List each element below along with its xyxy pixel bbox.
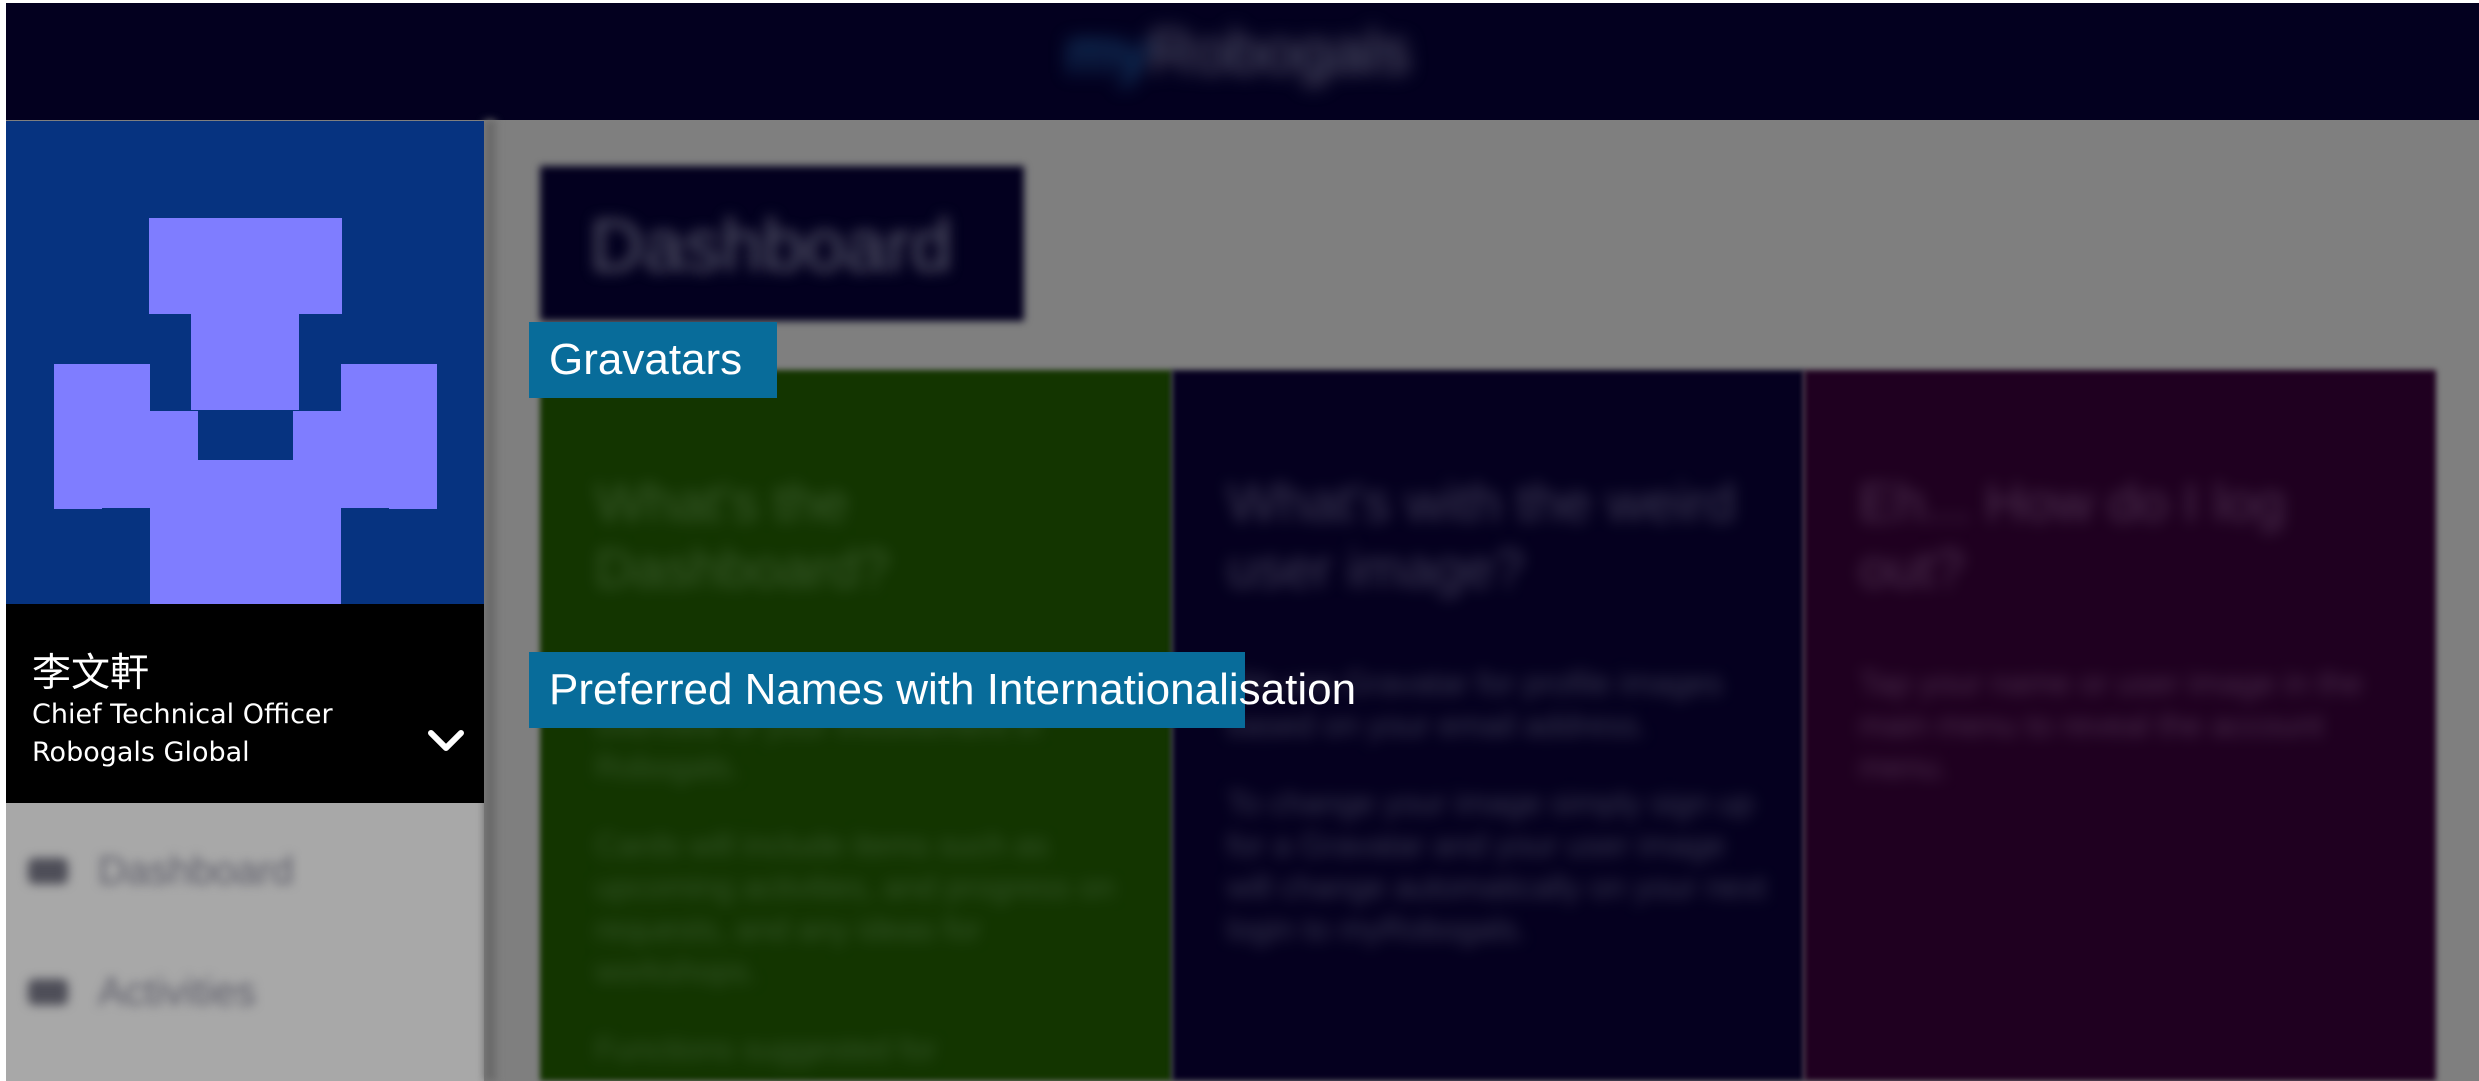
avatar[interactable]	[6, 121, 484, 604]
app-window: myRobogals Dashboard Activities Dashboar…	[6, 3, 2479, 1081]
user-name: 李文軒	[32, 651, 150, 696]
sidebar-item-label: Activities	[98, 969, 256, 1014]
card-paragraph: To change your image simply sign up for …	[1227, 785, 1766, 947]
gravatar-identicon	[54, 218, 437, 604]
card-content: What's the Dashboard? The dashboard is w…	[595, 470, 1135, 1081]
page-title: Dashboard	[590, 204, 953, 287]
card-paragraph: Tap your name or user image in the main …	[1859, 665, 2363, 785]
top-bar: myRobogals	[6, 3, 2479, 120]
card-user-image-info: What's with the weird user image? We use…	[1172, 370, 1804, 1081]
sidebar-item-label: Dashboard	[98, 848, 294, 893]
tooltip-gravatars: Gravatars	[529, 322, 777, 398]
card-paragraph: Cards will include items such as upcomin…	[595, 827, 1115, 989]
activities-icon	[28, 979, 68, 1005]
user-organisation: Robogals Global	[32, 737, 250, 768]
chevron-down-icon[interactable]	[426, 726, 466, 756]
user-title: Chief Technical Officer	[32, 699, 333, 730]
sidebar-item-dashboard[interactable]: Dashboard	[28, 846, 294, 896]
card-heading: What's with the weird user image?	[1227, 473, 1736, 599]
card-heading: What's the Dashboard?	[595, 473, 890, 599]
profile-card[interactable]: 李文軒 Chief Technical Officer Robogals Glo…	[6, 121, 484, 803]
brand-logo[interactable]: myRobogals	[1066, 17, 1411, 88]
card-content: Eh... How do I log out? Tap your name or…	[1859, 470, 2399, 824]
card-logout-info: Eh... How do I log out? Tap your name or…	[1804, 370, 2436, 1081]
card-heading: Eh... How do I log out?	[1859, 473, 2286, 599]
card-content: What's with the weird user image? We use…	[1227, 470, 1767, 986]
brand-name: Robogals	[1148, 18, 1411, 87]
profile-name-panel[interactable]: 李文軒 Chief Technical Officer Robogals Glo…	[6, 604, 484, 803]
dashboard-icon	[28, 858, 68, 884]
sidebar-nav: Dashboard Activities	[6, 803, 484, 1081]
tooltip-preferred-names: Preferred Names with Internationalisatio…	[529, 652, 1356, 728]
card-paragraph: Functions suggested for	[595, 1031, 937, 1067]
sidebar-item-activities[interactable]: Activities	[28, 967, 256, 1017]
brand-prefix: my	[1066, 18, 1149, 87]
sidebar-shadow	[484, 120, 496, 1081]
